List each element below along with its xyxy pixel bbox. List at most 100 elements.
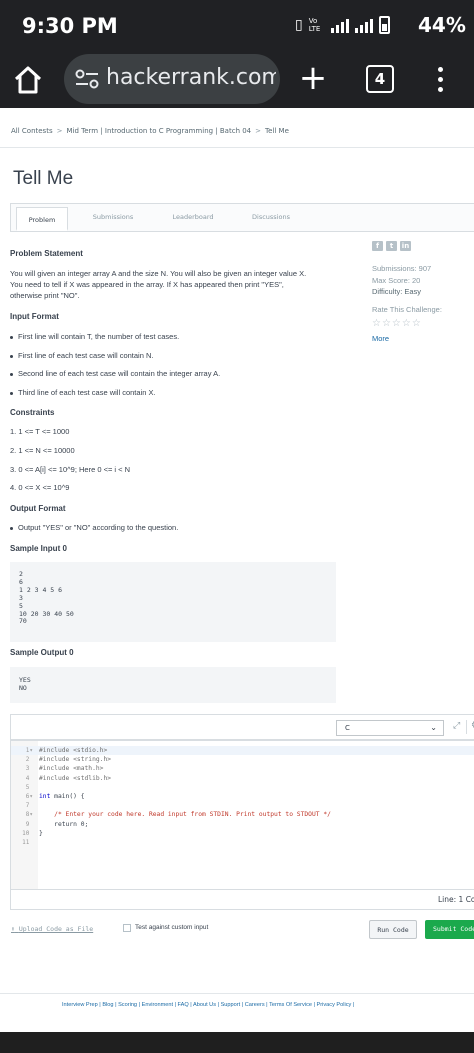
code-text: #include <stdlib.h>: [39, 774, 112, 782]
statement-line: You will given an integer array A and th…: [10, 269, 307, 278]
divider: [0, 147, 474, 148]
tab-submissions[interactable]: Submissions: [75, 204, 151, 231]
line-number: 3: [25, 765, 33, 773]
footer-links[interactable]: Interview Prep | Blog | Scoring | Enviro…: [62, 1002, 354, 1008]
language-select[interactable]: C ⌄: [336, 720, 444, 736]
statement-heading: Problem Statement: [10, 249, 83, 258]
code-line[interactable]: 4 #include <stdlib.h>: [11, 774, 474, 783]
custom-input-label: Test against custom input: [135, 924, 209, 931]
footer-divider: [0, 993, 474, 994]
line-number: 1▾: [25, 747, 33, 754]
constraint-item: 2. 1 <= N <= 10000: [10, 446, 75, 455]
tab-discussions[interactable]: Discussions: [233, 204, 309, 231]
sample-output-box: YES NO: [10, 667, 336, 703]
upload-label: Upload Code as File: [18, 925, 94, 933]
sample-input-text: 2 6 1 2 3 4 5 6 3 5 10 20 30 40 50 70: [19, 570, 74, 626]
divider: [466, 720, 467, 734]
constraint-item: 3. 0 <= A[i] <= 10^9; Here 0 <= i < N: [10, 465, 131, 474]
input-item: Second line of each test case will conta…: [10, 368, 220, 379]
tab-bar: Problem Submissions Leaderboard Discussi…: [10, 203, 474, 232]
line-number: 7: [25, 802, 33, 810]
code-text: }: [39, 829, 43, 837]
line-number: 2: [25, 756, 33, 764]
input-format-heading: Input Format: [10, 312, 59, 321]
upload-code-link[interactable]: ⬆ Upload Code as File: [11, 925, 93, 933]
status-icons: ▯ Vo LTE: [295, 16, 390, 34]
status-bar: 9:30 PM ▯ Vo LTE 44%: [0, 0, 474, 52]
input-item: Third line of each test case will contai…: [10, 387, 156, 398]
sample-output-text: YES NO: [19, 676, 31, 692]
tab-problem[interactable]: Problem: [16, 207, 68, 231]
code-editor[interactable]: 1▾ #include <stdio.h> 2 #include <string.h…: [10, 740, 474, 910]
volte-icon: Vo LTE: [308, 17, 321, 33]
site-settings-icon[interactable]: [74, 68, 100, 90]
system-nav-bar: [0, 1032, 474, 1053]
submit-code-button[interactable]: Submit Code: [425, 920, 474, 939]
code-line[interactable]: 6▾ int main() {: [11, 792, 474, 801]
problem-statement: You will given an integer array A and th…: [10, 268, 355, 301]
code-text: return 0;: [39, 820, 89, 828]
status-time: 9:30 PM: [22, 14, 118, 38]
facebook-icon[interactable]: f: [372, 241, 383, 251]
breadcrumb-contest[interactable]: Mid Term | Introduction to C Programming…: [66, 127, 251, 135]
code-text: int main() {: [39, 793, 85, 800]
vibrate-icon: ▯: [295, 17, 303, 33]
fullscreen-icon[interactable]: ⤢: [453, 721, 460, 731]
battery-icon: [378, 16, 390, 34]
line-number: 11: [22, 839, 33, 846]
output-item: Output "YES" or "NO" according to the qu…: [10, 522, 178, 533]
upload-icon: ⬆: [11, 925, 15, 933]
rate-label: Rate This Challenge:: [372, 305, 442, 314]
code-text: #include <stdio.h>: [39, 747, 108, 754]
linkedin-icon[interactable]: in: [400, 241, 411, 251]
twitter-icon[interactable]: t: [386, 241, 397, 251]
code-line[interactable]: 2 #include <string.h>: [11, 755, 474, 764]
tab-leaderboard[interactable]: Leaderboard: [155, 204, 231, 231]
code-line[interactable]: 11: [11, 838, 474, 847]
input-item: First line will contain T, the number of…: [10, 331, 179, 342]
browser-menu-icon[interactable]: [433, 64, 447, 96]
code-line[interactable]: 8▾ /* Enter your code here. Read input f…: [11, 810, 474, 819]
code-text: #include <math.h>: [39, 765, 104, 773]
input-item: First line of each test case will contai…: [10, 350, 153, 361]
browser-toolbar: hackerrank.com/c + 4: [0, 52, 474, 108]
code-line[interactable]: 1▾ #include <stdio.h>: [11, 746, 474, 755]
url-text: hackerrank.com/c: [106, 65, 276, 90]
social-share: f t in: [372, 241, 411, 251]
code-line[interactable]: 7: [11, 801, 474, 810]
more-link[interactable]: More: [372, 334, 389, 343]
line-number: 10: [22, 829, 33, 837]
statement-line: otherwise print "NO".: [10, 291, 80, 300]
max-score: Max Score: 20: [372, 276, 421, 285]
sample-input-box: 2 6 1 2 3 4 5 6 3 5 10 20 30 40 50 70: [10, 562, 336, 642]
constraint-item: 4. 0 <= X <= 10^9: [10, 483, 70, 492]
submissions-count: Submissions: 907: [372, 264, 432, 273]
chevron-down-icon: ⌄: [430, 723, 437, 732]
code-text: /* Enter your code here. Read input from…: [39, 811, 331, 819]
breadcrumb-all-contests[interactable]: All Contests: [11, 127, 53, 135]
code-line[interactable]: 9 return 0;: [11, 820, 474, 829]
custom-input-checkbox[interactable]: [123, 924, 131, 932]
signal-icon: [330, 17, 349, 33]
signal-icon-2: [354, 17, 373, 33]
code-line[interactable]: 3 #include <math.h>: [11, 764, 474, 773]
code-keyword: int: [39, 793, 51, 800]
code-line[interactable]: 5: [11, 783, 474, 792]
home-icon[interactable]: [10, 62, 46, 98]
rating-stars[interactable]: ☆☆☆☆☆: [372, 318, 422, 329]
page-title: Tell Me: [13, 168, 74, 189]
address-bar[interactable]: hackerrank.com/c: [64, 54, 280, 104]
tab-switcher-button[interactable]: 4: [366, 65, 394, 93]
breadcrumb-current: Tell Me: [265, 127, 289, 135]
constraint-item: 1. 1 <= T <= 1000: [10, 427, 70, 436]
run-code-button[interactable]: Run Code: [369, 920, 417, 939]
new-tab-button[interactable]: +: [298, 61, 328, 95]
statement-line: You need to tell if X was appeared in th…: [10, 280, 284, 289]
line-number: 9: [25, 820, 33, 828]
sample-input-heading: Sample Input 0: [10, 544, 67, 553]
line-number: 8▾: [25, 811, 33, 819]
line-number: 4: [25, 774, 33, 782]
difficulty: Difficulty: Easy: [372, 287, 422, 296]
code-line[interactable]: 10 }: [11, 829, 474, 838]
language-value: C: [345, 724, 350, 732]
